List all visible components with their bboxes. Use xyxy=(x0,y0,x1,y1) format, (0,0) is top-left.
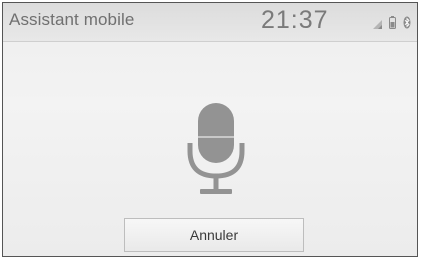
signal-icon xyxy=(373,20,382,29)
cancel-button-label: Annuler xyxy=(189,227,239,243)
bluetooth-icon xyxy=(403,16,411,29)
cancel-button[interactable]: Annuler xyxy=(124,218,304,252)
clock: 21:37 xyxy=(261,6,329,34)
microphone-icon xyxy=(186,103,246,198)
app-title: Assistant mobile xyxy=(9,10,135,29)
battery-icon xyxy=(389,16,396,29)
status-icons xyxy=(373,15,411,29)
screen: Assistant mobile 21:37 Annuler xyxy=(0,0,422,261)
status-bar: Assistant mobile 21:37 xyxy=(3,3,417,42)
